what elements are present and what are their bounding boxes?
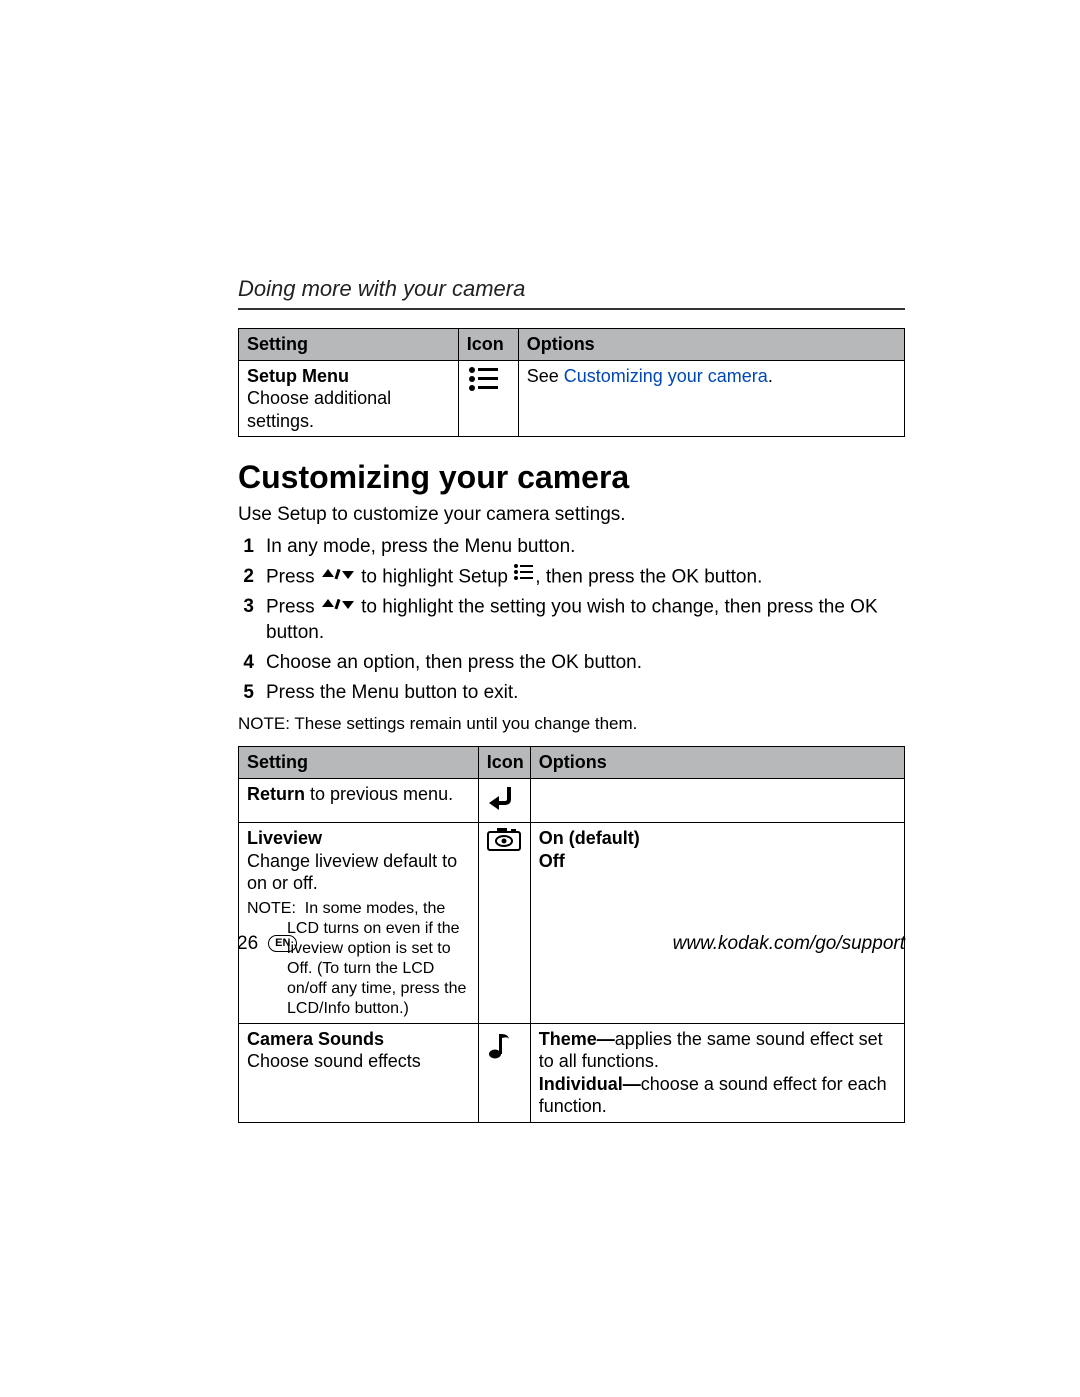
table1-row-icon-cell (458, 360, 518, 437)
table-row: Liveview Change liveview default to on o… (239, 823, 905, 1024)
step-1: 1 In any mode, press the Menu button. (238, 534, 905, 561)
sounds-icon-cell (478, 1023, 530, 1122)
section-heading: Customizing your camera (238, 459, 905, 496)
setup-list-icon (467, 365, 501, 399)
liveview-on: On (default) (539, 828, 640, 848)
up-down-arrows-icon (320, 563, 356, 590)
page-number: 26 (237, 933, 258, 955)
liveview-note: NOTE: In some modes, the LCD turns on ev… (247, 899, 472, 1019)
liveview-note-body: In some modes, the LCD turns on even if … (287, 900, 466, 1017)
step-3-a: Press (266, 596, 320, 617)
sounds-desc: Choose sound effects (247, 1051, 421, 1071)
liveview-note-label: NOTE: (247, 900, 296, 917)
chapter-rule (238, 308, 905, 310)
setup-menu-title: Setup Menu (247, 366, 349, 386)
step-5-text: Press the Menu button to exit. (266, 680, 518, 707)
chapter-title: Doing more with your camera (238, 276, 905, 302)
step-number: 3 (238, 594, 254, 621)
see-prefix: See (527, 366, 564, 386)
step-number: 1 (238, 534, 254, 561)
step-4: 4 Choose an option, then press the OK bu… (238, 650, 905, 677)
table2-header-setting: Setting (239, 747, 479, 779)
camera-liveview-icon (487, 827, 521, 857)
step-number: 2 (238, 564, 254, 591)
step-3-text: Press to highlight the setting you wish … (266, 594, 905, 648)
step-2-b: to highlight Setup (361, 566, 513, 587)
return-icon-cell (478, 778, 530, 823)
individual-label: Individual— (539, 1074, 641, 1094)
setup-menu-desc: Choose additional settings. (247, 388, 391, 431)
step-2-text: Press to highlight Setup , then (266, 564, 762, 591)
language-badge: EN (268, 935, 297, 951)
table1-row-options: See Customizing your camera. (518, 360, 904, 437)
sounds-setting: Camera Sounds Choose sound effects (239, 1023, 479, 1122)
setup-list-icon (513, 563, 535, 590)
table1-header-icon: Icon (458, 329, 518, 361)
table1-row-setting: Setup Menu Choose additional settings. (239, 360, 459, 437)
liveview-off: Off (539, 851, 565, 871)
table2-header-options: Options (530, 747, 904, 779)
return-options (530, 778, 904, 823)
step-3-b: to highlight the setting you wish to cha… (266, 596, 878, 644)
liveview-desc: Change liveview default to on or off. (247, 851, 457, 894)
up-down-arrows-icon (320, 593, 356, 620)
theme-label: Theme— (539, 1029, 615, 1049)
note-line: NOTE: These settings remain until you ch… (238, 714, 905, 734)
settings-table-1: Setting Icon Options Setup Menu Choose a… (238, 328, 905, 437)
sounds-title: Camera Sounds (247, 1029, 384, 1049)
step-2: 2 Press to highlight Setup (238, 564, 905, 591)
liveview-setting: Liveview Change liveview default to on o… (239, 823, 479, 1024)
step-2-a: Press (266, 566, 320, 587)
step-1-text: In any mode, press the Menu button. (266, 534, 575, 561)
table-row: Camera Sounds Choose sound effects Theme… (239, 1023, 905, 1122)
intro-text: Use Setup to customize your camera setti… (238, 504, 905, 526)
return-arrow-icon (487, 783, 517, 819)
table2-header-icon: Icon (478, 747, 530, 779)
footer-url: www.kodak.com/go/support (673, 933, 905, 955)
step-4-text: Choose an option, then press the OK butt… (266, 650, 642, 677)
return-setting: Return to previous menu. (239, 778, 479, 823)
sounds-options: Theme—applies the same sound effect set … (530, 1023, 904, 1122)
step-2-c: , then press the OK button. (535, 566, 762, 587)
return-rest: to previous menu. (305, 784, 453, 804)
table-row: Return to previous menu. (239, 778, 905, 823)
customizing-link[interactable]: Customizing your camera (564, 366, 768, 386)
step-5: 5 Press the Menu button to exit. (238, 680, 905, 707)
liveview-icon-cell (478, 823, 530, 1024)
table1-header-options: Options (518, 329, 904, 361)
table1-header-setting: Setting (239, 329, 459, 361)
step-number: 5 (238, 680, 254, 707)
return-bold: Return (247, 784, 305, 804)
see-suffix: . (768, 366, 773, 386)
step-3: 3 Press to highlight the setting you wis… (238, 594, 905, 648)
step-number: 4 (238, 650, 254, 677)
music-note-icon (487, 1028, 513, 1066)
liveview-title: Liveview (247, 828, 322, 848)
steps-list: 1 In any mode, press the Menu button. 2 … (238, 534, 905, 706)
page-footer: 26 EN www.kodak.com/go/support (237, 930, 905, 957)
liveview-options: On (default) Off (530, 823, 904, 1024)
